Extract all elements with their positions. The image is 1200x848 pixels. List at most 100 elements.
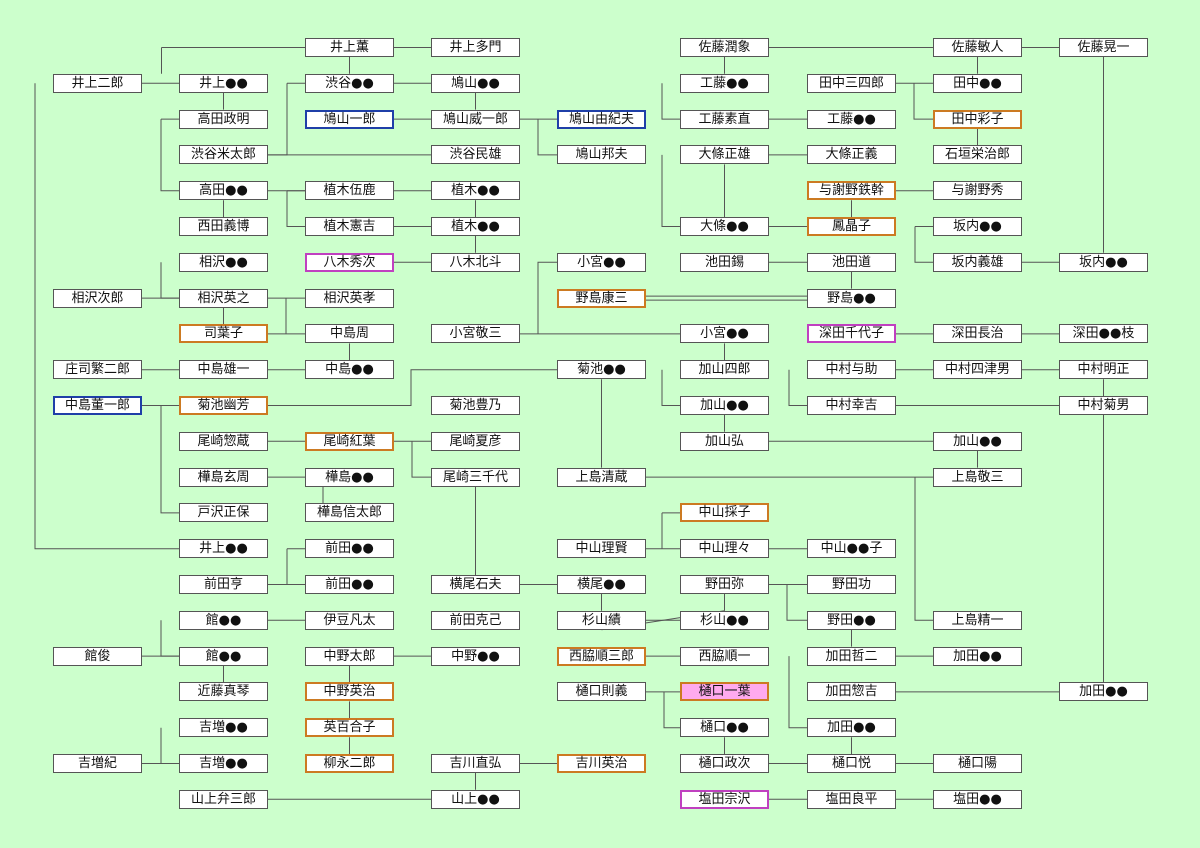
person-box-g15: 加田惣吉 <box>807 682 896 702</box>
person-box-f18: 樋口政次 <box>680 754 769 773</box>
person-box-e06: 上島清蔵 <box>557 467 646 487</box>
person-box-d15: 吉川直弘 <box>431 754 520 773</box>
person-box-e03: 小宮●● <box>557 252 646 272</box>
person-box-c10: 尾崎紅葉 <box>305 431 394 451</box>
person-box-i01: 佐藤晃一 <box>1059 38 1148 57</box>
person-box-b08: 司葉子 <box>179 324 268 344</box>
connector-30 <box>160 620 179 657</box>
person-box-d07: 八木北斗 <box>431 252 520 272</box>
connector-81 <box>913 83 933 120</box>
person-box-e01: 鳩山由紀夫 <box>557 109 646 129</box>
person-box-h09: 中村四津男 <box>933 360 1022 380</box>
person-box-b20: 吉増●● <box>179 754 268 773</box>
person-box-h05: 与謝野秀 <box>933 181 1022 201</box>
person-box-f02: 工藤●● <box>680 73 769 93</box>
person-box-e09: 杉山績 <box>557 610 646 630</box>
person-box-i05: 中村菊男 <box>1059 396 1148 415</box>
person-box-c06: 八木秀次 <box>305 252 394 272</box>
person-box-f06: 池田錫 <box>680 252 769 272</box>
person-box-f15: 西脇順一 <box>680 646 769 666</box>
person-box-b02: 高田政明 <box>179 109 268 129</box>
person-box-i04: 中村明正 <box>1059 360 1148 380</box>
person-box-g14: 加田哲二 <box>807 646 896 666</box>
genealogy-diagram: 井上二郎 相沢次郎 庄司繁二郎 中島董一郎 館俊 吉増紀 井上●● 高田政明 渋谷米太郎 高田●●… <box>0 0 1200 848</box>
person-box-a02: 相沢次郎 <box>53 288 142 308</box>
person-box-g12: 野田功 <box>807 575 896 594</box>
person-box-d13: 前田克己 <box>431 610 520 630</box>
person-box-f16: 樋口一葉 <box>680 682 769 702</box>
person-box-d10: 尾崎夏彦 <box>431 431 520 451</box>
person-box-g02: 工藤●● <box>807 109 896 129</box>
person-box-e11: 樋口則義 <box>557 682 646 702</box>
person-box-c16: 中野太郎 <box>305 646 394 666</box>
person-box-g07: 野島●● <box>807 288 896 308</box>
connector-109 <box>786 584 807 621</box>
person-box-i03: 深田●●枝 <box>1059 324 1148 344</box>
person-box-b21: 山上弁三郎 <box>179 789 268 809</box>
person-box-b09: 中島雄一 <box>179 360 268 380</box>
person-box-h11: 上島敬三 <box>933 467 1022 487</box>
person-box-g01: 田中三四郎 <box>807 73 896 93</box>
person-box-g18: 塩田良平 <box>807 789 896 809</box>
person-box-h02: 田中●● <box>933 73 1022 93</box>
person-box-g16: 加田●● <box>807 718 896 738</box>
person-box-b19: 吉増●● <box>179 718 268 738</box>
person-box-c04: 植木伍鹿 <box>305 181 394 201</box>
person-box-g10: 中村幸吉 <box>807 396 896 415</box>
person-box-e05: 菊池●● <box>557 360 646 380</box>
person-box-c01: 井上薫 <box>305 38 394 57</box>
connector-119 <box>788 656 807 729</box>
person-box-h08: 深田長治 <box>933 324 1022 344</box>
person-box-f17: 樋口●● <box>680 718 769 738</box>
person-box-a06: 吉増紀 <box>53 754 142 773</box>
person-box-d05: 植木●● <box>431 181 520 201</box>
person-box-i06: 加田●● <box>1059 682 1148 702</box>
person-box-f19: 塩田宗沢 <box>680 789 769 809</box>
connector-117 <box>663 691 680 729</box>
person-box-g06: 池田道 <box>807 252 896 272</box>
person-box-h07: 坂内義雄 <box>933 252 1022 272</box>
person-box-d12: 横尾石夫 <box>431 575 520 594</box>
person-box-h12: 上島精一 <box>933 610 1022 630</box>
person-box-c03: 鳩山一郎 <box>305 109 394 129</box>
person-box-b07: 相沢英之 <box>179 288 268 308</box>
person-box-b04: 高田●● <box>179 181 268 201</box>
person-box-c13: 前田●● <box>305 539 394 559</box>
person-box-a04: 中島董一郎 <box>53 396 142 415</box>
connector-1 <box>34 83 179 550</box>
person-box-d01: 井上多門 <box>431 38 520 57</box>
person-box-h06: 坂内●● <box>933 217 1022 236</box>
person-box-b05: 西田義博 <box>179 217 268 236</box>
person-box-a03: 庄司繁二郎 <box>53 360 142 380</box>
person-box-d09: 菊池豊乃 <box>431 396 520 415</box>
person-box-b01: 井上●● <box>179 73 268 93</box>
person-box-f09: 加山●● <box>680 396 769 415</box>
person-box-f14: 杉山●● <box>680 610 769 630</box>
person-box-c09: 中島●● <box>305 360 394 380</box>
person-box-e10: 西脇順三郎 <box>557 646 646 666</box>
person-box-c15: 伊豆凡太 <box>305 610 394 630</box>
person-box-c05: 植木憲吉 <box>305 217 394 236</box>
person-box-h01: 佐藤敏人 <box>933 38 1022 57</box>
person-box-g09: 中村与助 <box>807 360 896 380</box>
connector-22 <box>411 441 431 478</box>
person-box-d14: 中野●● <box>431 646 520 666</box>
person-box-d02: 鳩山●● <box>431 73 520 93</box>
person-box-f12: 中山理々 <box>680 539 769 559</box>
person-box-b17: 館●● <box>179 646 268 666</box>
person-box-e02: 鳩山邦夫 <box>557 145 646 165</box>
connector-42 <box>268 83 288 156</box>
person-box-d06: 植木●● <box>431 217 520 236</box>
person-box-c02: 渋谷●● <box>305 73 394 93</box>
person-box-c18: 英百合子 <box>305 718 394 738</box>
person-box-e04: 野島康三 <box>557 288 646 308</box>
person-box-h14: 樋口陽 <box>933 754 1022 773</box>
person-box-f10: 加山弘 <box>680 431 769 451</box>
person-box-f01: 佐藤潤象 <box>680 38 769 57</box>
connector-57 <box>537 261 557 334</box>
person-box-b16: 館●● <box>179 610 268 630</box>
person-box-h10: 加山●● <box>933 431 1022 451</box>
person-box-e12: 吉川英治 <box>557 754 646 773</box>
connector-94 <box>661 369 680 406</box>
person-box-d16: 山上●● <box>431 789 520 809</box>
